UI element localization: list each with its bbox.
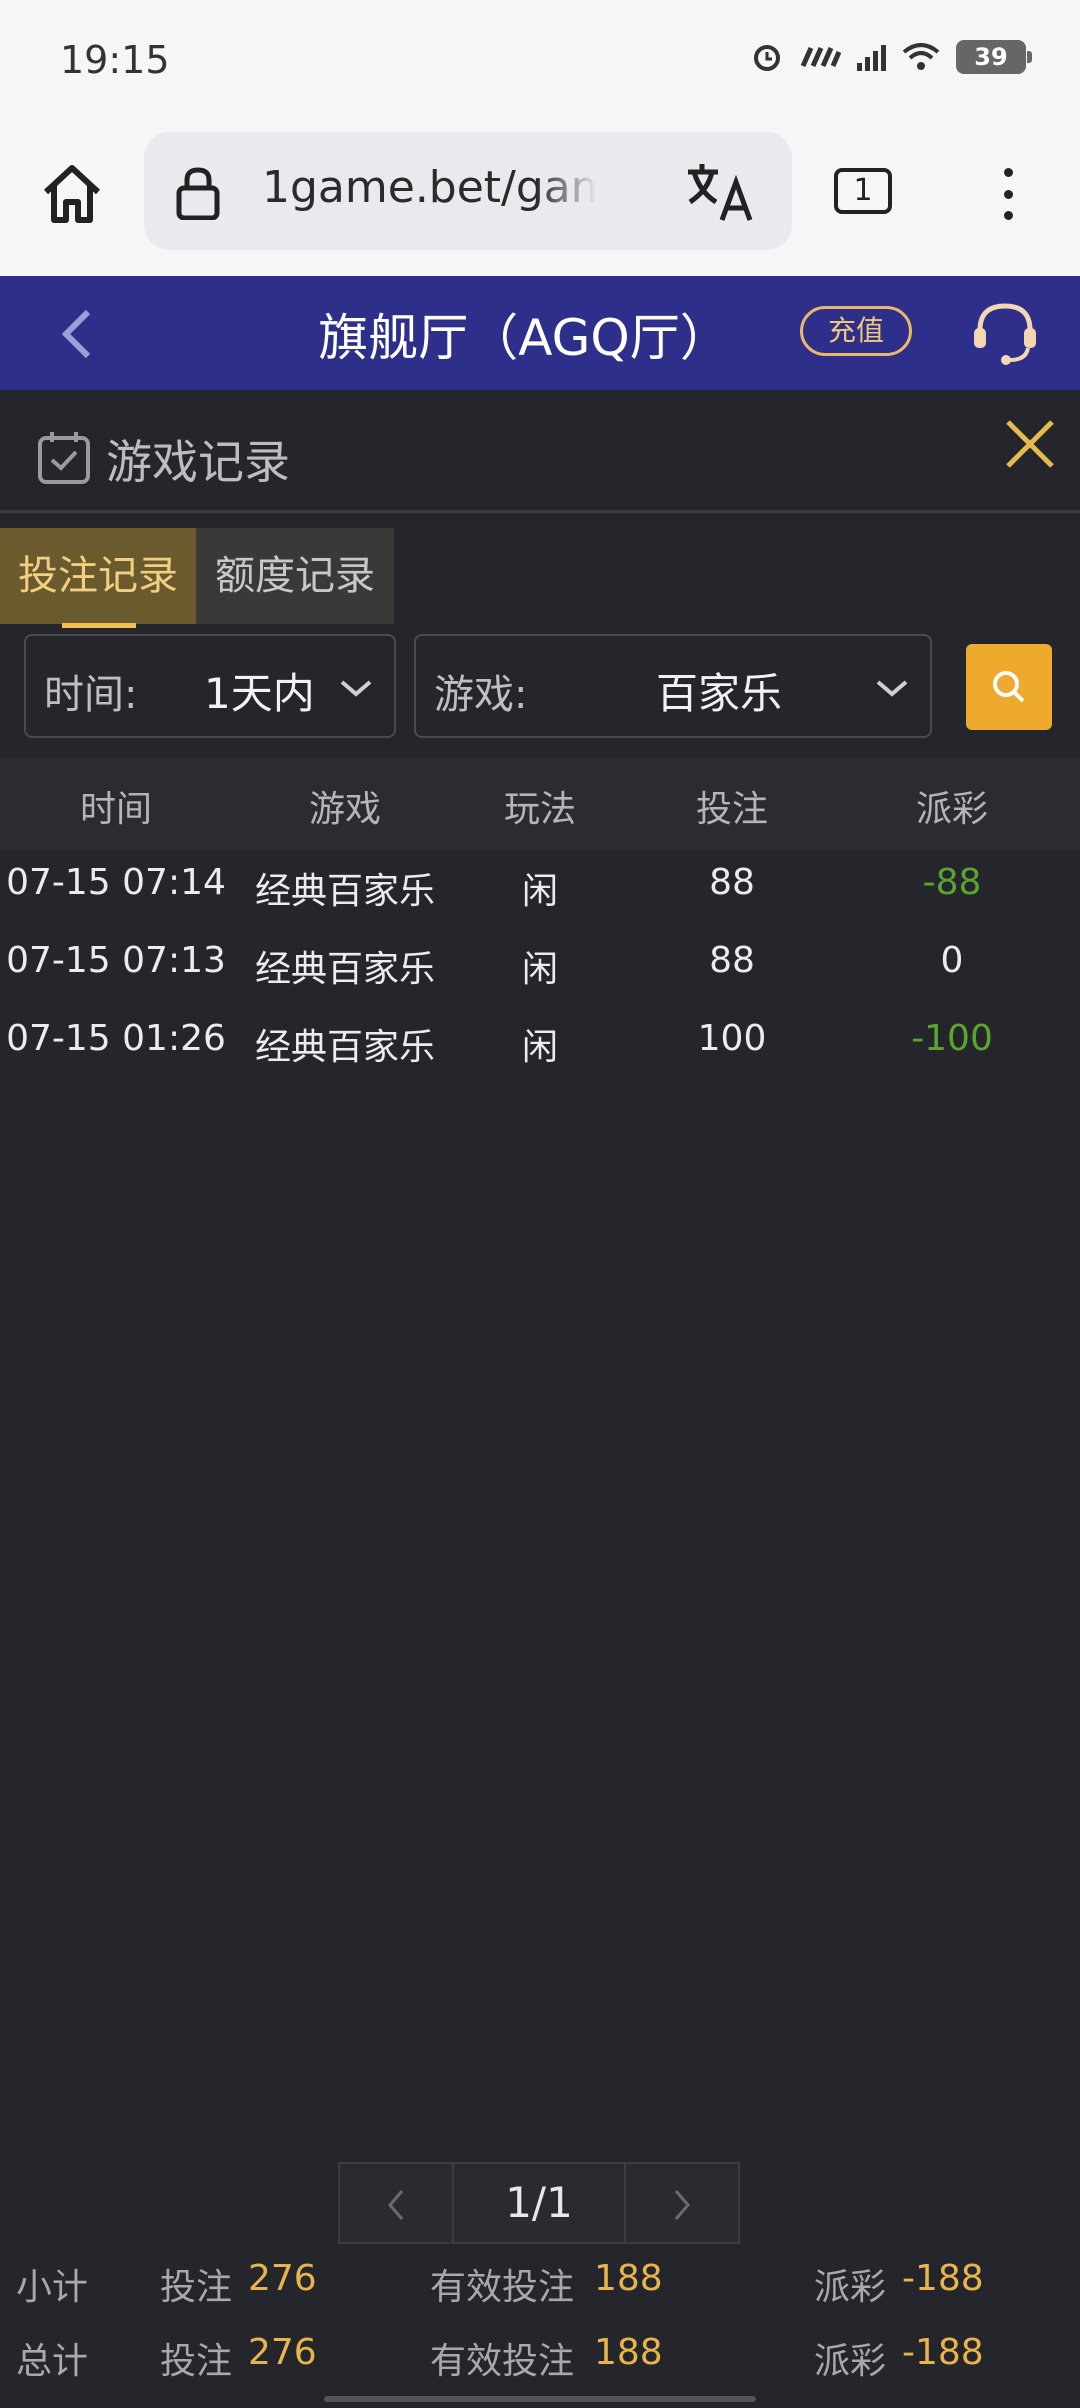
time-filter-label: 时间: (44, 672, 138, 718)
chevron-down-icon (340, 680, 372, 697)
signal-icon (857, 43, 886, 71)
game-filter-value: 百家乐 (656, 669, 783, 718)
subtotal-valid-value: 188 (594, 2258, 663, 2299)
table-row: 07-15 01:26 经典百家乐 闲 100 -100 (0, 1006, 1080, 1084)
total-valid-label: 有效投注 (430, 2341, 575, 2382)
cell-bet: 88 (709, 940, 755, 981)
vibrate-icon (800, 46, 841, 68)
record-icon (38, 432, 90, 484)
subtotal-valid-label: 有效投注 (430, 2267, 575, 2308)
subtotal-bet-label: 投注 (160, 2267, 233, 2308)
column-header-payout: 派彩 (915, 789, 988, 830)
cell-time: 07-15 07:14 (6, 862, 226, 903)
cell-payout: -100 (911, 1018, 993, 1059)
battery-icon: 39 (956, 40, 1032, 74)
url-text[interactable]: 1game.bet/gameV (262, 162, 597, 213)
status-icons: 39 (751, 40, 1032, 74)
column-header-time: 时间 (79, 789, 152, 830)
cell-time: 07-15 01:26 (6, 1018, 226, 1059)
prev-page-button[interactable] (338, 2162, 454, 2244)
wifi-icon (902, 43, 940, 70)
panel-header: 游戏记录 (0, 390, 1080, 513)
cell-game: 经典百家乐 (254, 949, 435, 990)
cell-time: 07-15 07:13 (6, 940, 226, 981)
total-bet-value: 276 (248, 2332, 317, 2373)
total-valid-value: 188 (594, 2332, 663, 2373)
address-bar[interactable]: 1game.bet/gameV (144, 132, 792, 250)
total-bet-label: 投注 (160, 2341, 233, 2382)
tab-bet-records[interactable]: 投注记录 (0, 528, 196, 628)
cell-play: 闲 (521, 871, 558, 912)
time-filter-value: 1天内 (204, 669, 315, 718)
recharge-button[interactable]: 充值 (800, 306, 912, 356)
game-filter-label: 游戏: (434, 672, 528, 718)
app-title: 旗舰厅（AGQ厅） (318, 309, 730, 367)
table-row: 07-15 07:14 经典百家乐 闲 88 -88 (0, 850, 1080, 928)
subtotal-label: 小计 (16, 2267, 89, 2308)
app-header: 旗舰厅（AGQ厅） 充值 (0, 276, 1080, 390)
status-bar: 19:15 39 (0, 0, 1080, 128)
column-header-game: 游戏 (308, 789, 381, 830)
cell-payout: 0 (940, 940, 964, 981)
game-filter-select[interactable]: 游戏: 百家乐 (414, 634, 932, 738)
tab-switcher-button[interactable]: 1 (834, 168, 892, 214)
cell-game: 经典百家乐 (254, 871, 435, 912)
status-time: 19:15 (60, 38, 170, 82)
gesture-bar (324, 2396, 756, 2402)
cell-bet: 88 (709, 862, 755, 903)
page-indicator: 1/1 (452, 2162, 626, 2244)
total-payout-label: 派彩 (814, 2341, 887, 2382)
table-header: 时间 游戏 玩法 投注 派彩 (0, 758, 1080, 850)
cell-game: 经典百家乐 (254, 1027, 435, 1068)
cell-payout: -88 (922, 862, 982, 903)
cell-play: 闲 (521, 949, 558, 990)
total-row: 总计 投注 276 有效投注 188 派彩 -188 (0, 2332, 1080, 2392)
browser-toolbar: 1game.bet/gameV 1 (0, 128, 1080, 276)
column-header-play: 玩法 (503, 789, 576, 830)
alarm-icon (754, 45, 780, 71)
customer-service-icon[interactable] (970, 298, 1040, 368)
time-filter-select[interactable]: 时间: 1天内 (24, 634, 396, 738)
subtotal-row: 小计 投注 276 有效投注 188 派彩 -188 (0, 2258, 1080, 2318)
tab-credit-records[interactable]: 额度记录 (196, 528, 394, 624)
cell-bet: 100 (697, 1018, 767, 1059)
subtotal-bet-value: 276 (248, 2258, 317, 2299)
next-page-button[interactable] (624, 2162, 740, 2244)
search-button[interactable] (966, 644, 1052, 730)
total-label: 总计 (16, 2341, 89, 2382)
home-icon[interactable] (36, 158, 108, 230)
table-row: 07-15 07:13 经典百家乐 闲 88 0 (0, 928, 1080, 1006)
total-payout-value: -188 (902, 2332, 984, 2373)
translate-icon[interactable] (684, 160, 754, 224)
close-icon[interactable] (1000, 414, 1060, 474)
chevron-right-icon (674, 2190, 690, 2220)
column-header-bet: 投注 (695, 789, 768, 830)
subtotal-payout-value: -188 (902, 2258, 984, 2299)
subtotal-payout-label: 派彩 (814, 2267, 887, 2308)
search-icon (993, 671, 1025, 703)
pagination: 1/1 (338, 2162, 740, 2244)
panel-title: 游戏记录 (106, 435, 290, 489)
chevron-down-icon (876, 680, 908, 697)
cell-play: 闲 (521, 1027, 558, 1068)
chevron-left-icon (388, 2190, 404, 2220)
more-menu-icon[interactable] (990, 162, 1026, 226)
lock-icon (176, 167, 220, 220)
